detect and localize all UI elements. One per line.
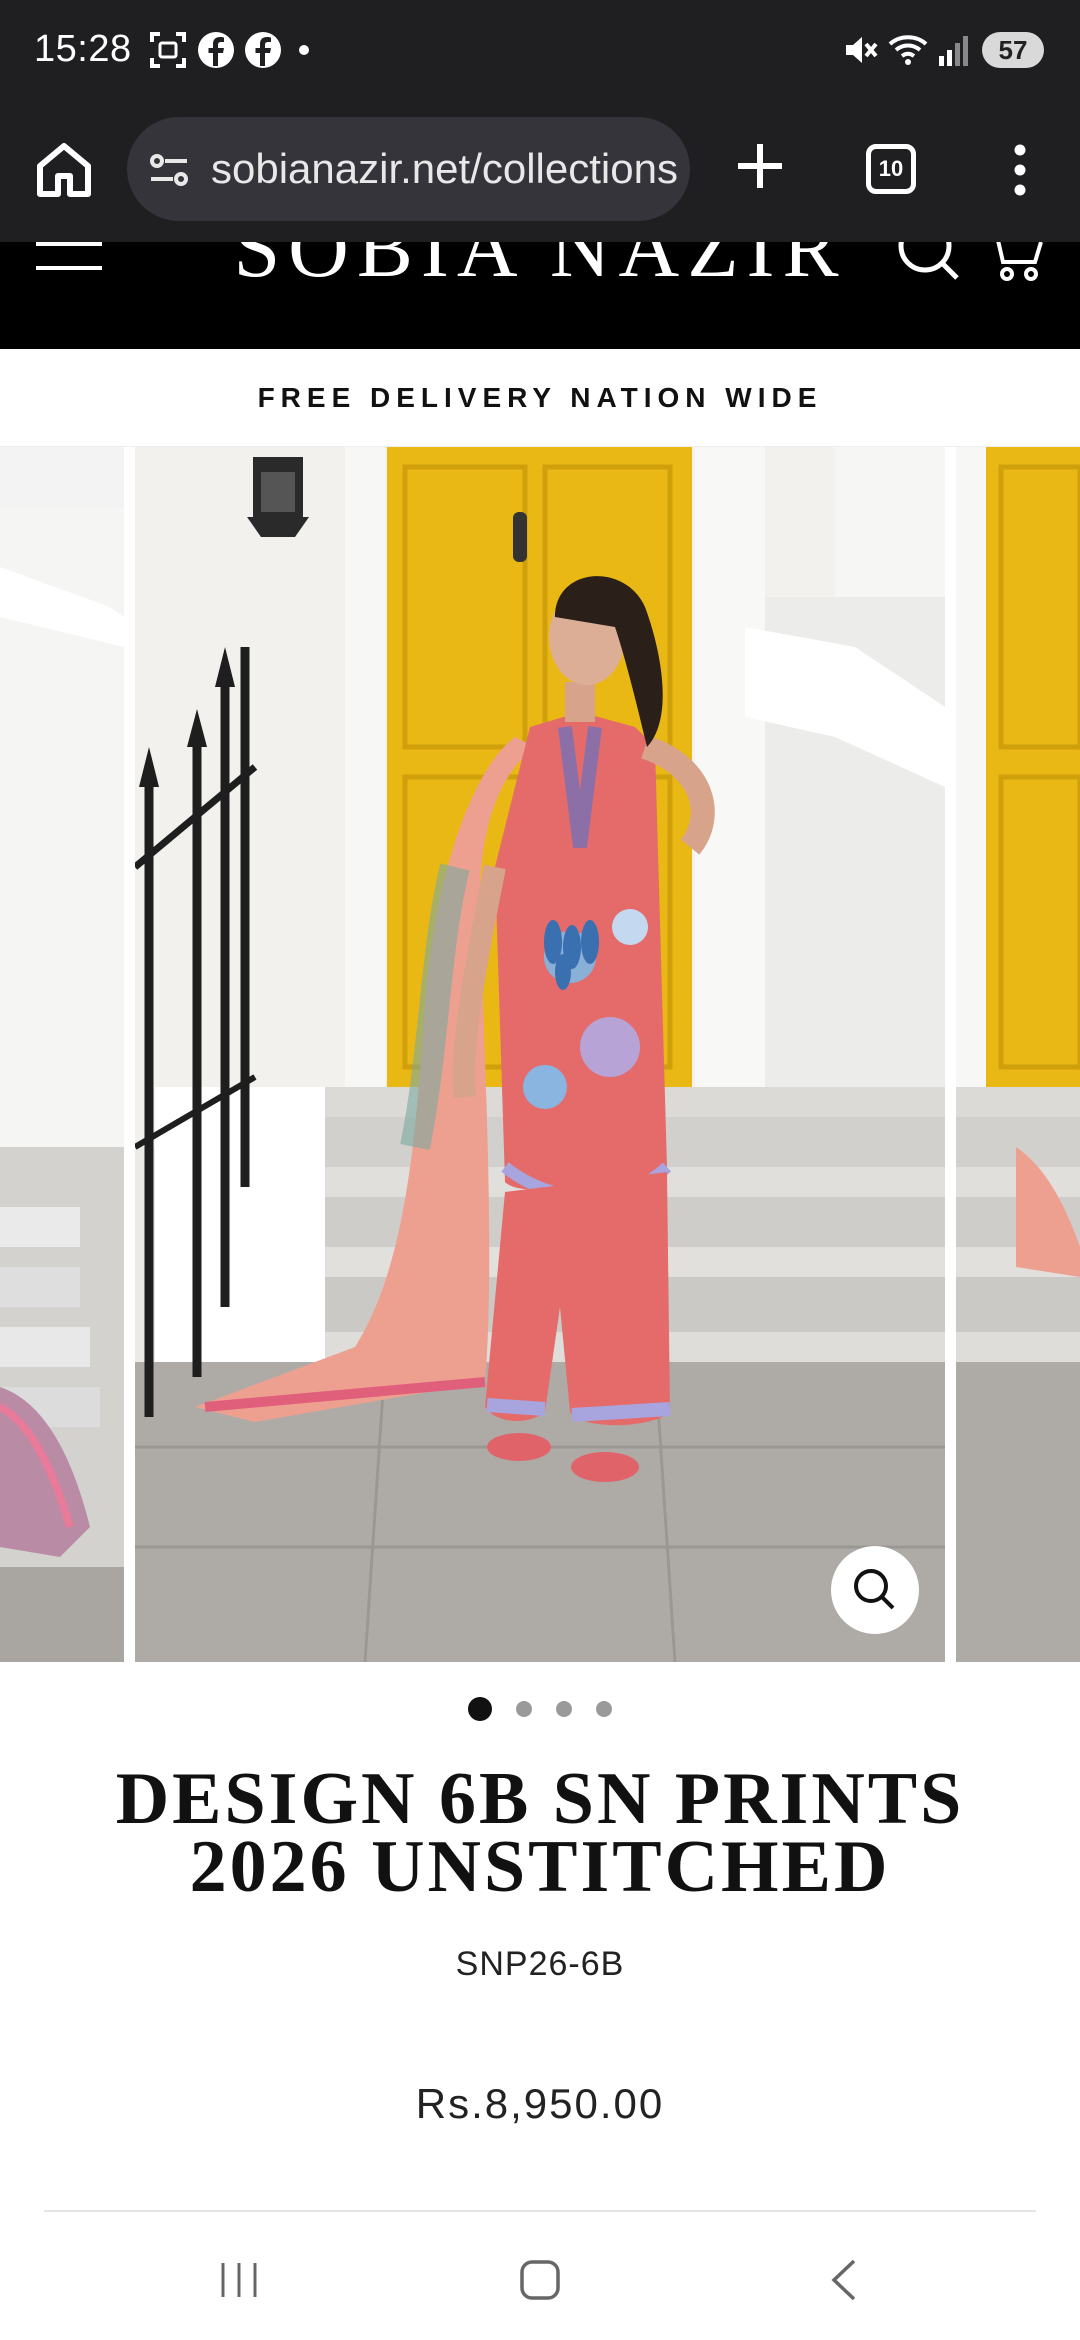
carousel-dot[interactable] [596, 1701, 612, 1717]
status-bar: 15:28 57 [0, 0, 1080, 100]
search-icon[interactable] [895, 242, 965, 284]
carousel-dot[interactable] [516, 1701, 532, 1717]
carousel-dot[interactable] [556, 1701, 572, 1717]
facebook-icon [198, 32, 234, 68]
carousel-dot[interactable] [468, 1697, 492, 1721]
browser-toolbar: sobianazir.net/collections 10 [0, 100, 1080, 242]
magnify-icon [854, 1569, 895, 1610]
home-nav-icon[interactable] [515, 2255, 565, 2305]
cart-icon[interactable] [985, 242, 1045, 284]
tabs-button[interactable]: 10 [866, 144, 916, 194]
announcement-bar: FREE DELIVERY NATION WIDE [0, 349, 1080, 447]
carousel-slide-previous[interactable] [0, 447, 124, 1662]
plus-icon[interactable] [730, 136, 790, 196]
battery-indicator: 57 [982, 32, 1044, 68]
system-navigation-bar [0, 2225, 1080, 2340]
signal-icon [939, 36, 968, 66]
zoom-button[interactable] [831, 1546, 919, 1634]
recents-icon[interactable] [215, 2255, 265, 2305]
url-text[interactable]: sobianazir.net/collections [211, 145, 678, 193]
product-price: Rs.8,950.00 [415, 2080, 665, 2127]
mute-icon [846, 37, 878, 63]
carousel-indicators [0, 1697, 1080, 1727]
facebook-icon [245, 32, 281, 68]
divider [44, 2210, 1036, 2212]
wifi-icon [888, 35, 928, 65]
site-header: SOBIA NAZIR [0, 242, 1080, 349]
product-sku: SNP26-6B [455, 1945, 625, 1983]
back-icon[interactable] [820, 2255, 870, 2305]
product-title: DESIGN 6B SN PRINTS 2026 UNSTITCHED [115, 1758, 965, 1908]
more-vert-icon[interactable] [1000, 140, 1040, 200]
status-time: 15:28 [34, 28, 132, 70]
tune-icon[interactable] [147, 147, 193, 193]
screenshot-icon [150, 32, 186, 68]
url-bar[interactable]: sobianazir.net/collections [127, 117, 690, 221]
product-image-carousel[interactable] [0, 447, 1080, 1662]
notification-dot-icon [299, 45, 309, 55]
carousel-slide-next[interactable] [956, 447, 1080, 1662]
carousel-slide-main[interactable] [135, 447, 945, 1662]
home-icon[interactable] [30, 136, 98, 204]
